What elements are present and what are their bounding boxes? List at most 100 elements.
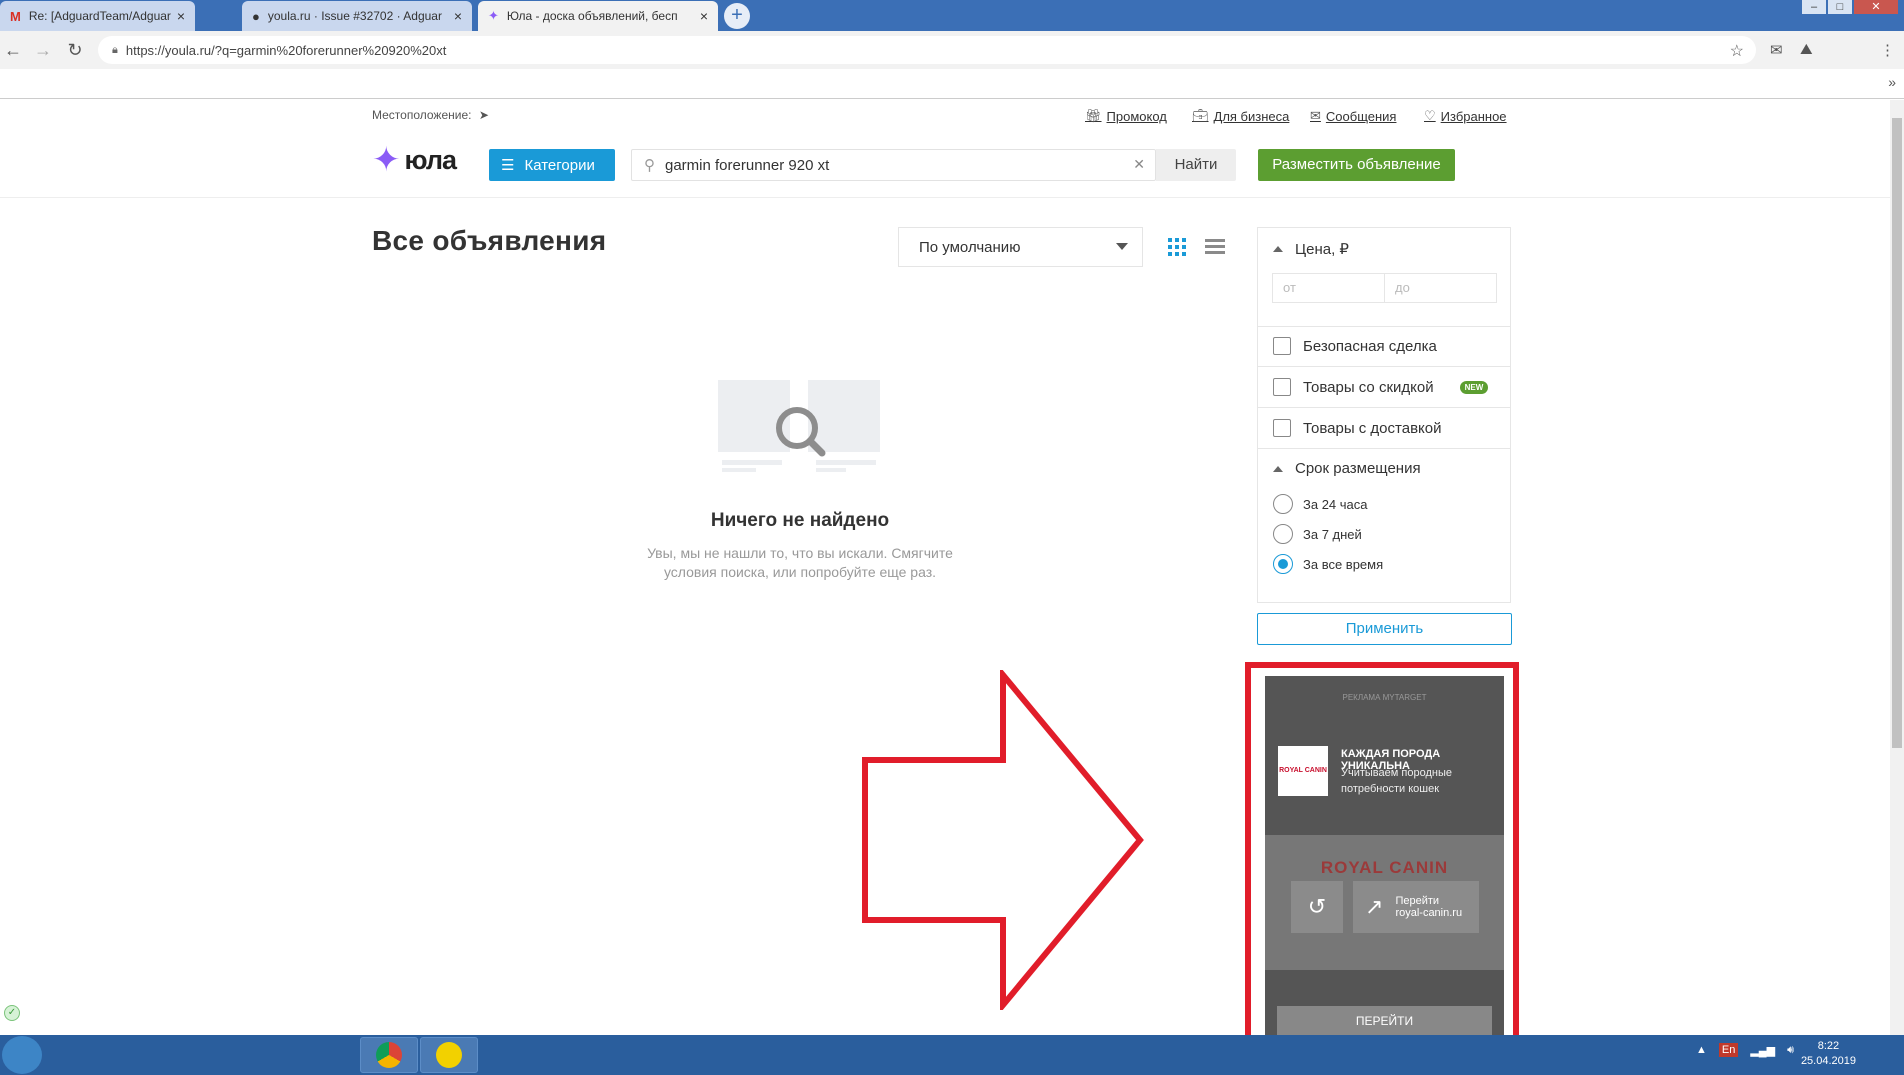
period-all-radio[interactable]: За все время [1273,554,1383,574]
search-input[interactable]: ⚲ garmin forerunner 920 xt ✕ [631,149,1156,181]
system-clock[interactable]: 8:22 25.04.2019 [1801,1039,1856,1069]
messages-link[interactable]: ✉ Сообщения [1310,108,1396,124]
language-indicator[interactable]: En [1718,1043,1739,1057]
checkbox-label: Безопасная сделка [1303,337,1437,355]
heart-icon: ♡ [1424,108,1436,123]
checkbox[interactable] [1273,378,1291,396]
tab-github[interactable]: ● youla.ru · Issue #32702 · Adguar × [242,1,472,31]
start-button[interactable] [2,1036,42,1074]
location-label: Местоположение: [372,108,472,122]
maximize-button[interactable]: □ [1828,0,1852,14]
divider [1258,407,1510,408]
tab-gmail[interactable]: M Re: [AdguardTeam/AdguardFilte × [0,1,195,31]
close-icon[interactable]: × [177,8,185,24]
price-from-input[interactable]: от [1272,273,1385,303]
page-scrollbar[interactable] [1890,100,1904,1035]
bookmarks-bar: » [0,69,1904,99]
chevron-up-icon [1273,246,1283,252]
briefcase-icon: 💼︎ [1192,108,1209,123]
safe-deal-checkbox[interactable]: Безопасная сделка [1273,337,1437,355]
media-player-taskbar-icon[interactable] [420,1037,478,1073]
red-arrow-annotation [862,670,1144,1010]
empty-text: Увы, мы не нашли то, что вы искали. Смяг… [647,545,953,580]
tab-youla[interactable]: ✦ Юла - доска объявлений, бесп × [478,1,718,31]
media-player-icon [436,1042,462,1068]
categories-label: Категории [524,156,595,174]
post-ad-button[interactable]: Разместить объявление [1258,149,1455,181]
tray-expand-icon[interactable]: ▲ [1696,1044,1707,1056]
search-value: garmin forerunner 920 xt [665,156,830,174]
menu-icon: ☰ [501,157,515,174]
delivery-checkbox[interactable]: Товары с доставкой [1273,419,1442,437]
period-title: Срок размещения [1295,460,1421,477]
chevron-up-icon [1273,465,1283,472]
clear-icon[interactable]: ✕ [1133,156,1145,173]
close-icon[interactable]: × [700,8,708,24]
forward-button[interactable]: → [32,40,54,61]
discount-checkbox[interactable]: Товары со скидкой NEW [1273,378,1489,396]
url-field[interactable]: 🔒︎ https://youla.ru/?q=garmin%20forerunn… [98,36,1756,64]
checkbox-label: Товары с доставкой [1303,419,1442,437]
radio[interactable] [1273,524,1293,544]
list-view-icon[interactable] [1205,239,1225,255]
site-logo[interactable]: ✦ юла [372,140,458,180]
extension-icon[interactable]: ⛰ [1800,41,1813,58]
empty-results-illustration [718,380,880,472]
window-close-button[interactable]: ✕ [1854,0,1898,14]
radio-selected[interactable] [1273,554,1293,574]
divider [1258,326,1510,327]
empty-title: Ничего не найдено [710,510,890,531]
menu-icon[interactable]: ⋮ [1880,41,1895,59]
tab-title: Re: [AdguardTeam/AdguardFilte [28,9,171,23]
chrome-taskbar-icon[interactable] [360,1037,418,1073]
business-label: Для бизнеса [1213,108,1290,124]
location-selector[interactable]: Местоположение: ➤ [372,108,489,122]
page-title: Все объявления [372,225,607,256]
chevron-right-icon[interactable]: » [1888,74,1896,90]
back-button[interactable]: ← [2,40,24,61]
search-icon: ⚲ [644,157,655,174]
period-24h-radio[interactable]: За 24 часа [1273,494,1368,514]
radio-label: За все время [1303,556,1384,572]
favorites-label: Избранное [1440,108,1507,124]
logo-text: юла [404,144,458,175]
price-filter-toggle[interactable]: Цена, ₽ [1273,240,1349,258]
divider [1258,366,1510,367]
checkbox[interactable] [1273,337,1291,355]
price-title: Цена, ₽ [1295,241,1349,258]
radio[interactable] [1273,494,1293,514]
address-toolbar: ← → ↻ 🔒︎ https://youla.ru/?q=garmin%20fo… [0,31,1904,69]
promo-link[interactable]: 🎁︎ Промокод [1085,108,1167,124]
checkbox[interactable] [1273,419,1291,437]
url-text: https://youla.ru/?q=garmin%20forerunner%… [125,42,447,58]
tab-title: youla.ru · Issue #32702 · Adguar [267,9,442,23]
gmail-icon: M [10,8,21,24]
minimize-button[interactable]: – [1802,0,1826,14]
new-tab-button[interactable]: + [724,3,750,29]
promo-label: Промокод [1106,108,1167,124]
close-icon[interactable]: × [454,8,462,24]
grid-view-icon[interactable] [1168,238,1186,256]
favorites-link[interactable]: ♡ Избранное [1424,108,1507,124]
categories-button[interactable]: ☰ Категории [489,149,615,181]
navigation-arrow-icon: ➤ [478,108,489,122]
price-to-input[interactable]: до [1384,273,1497,303]
volume-icon[interactable]: 🔊︎ [1787,1044,1794,1057]
period-filter-toggle[interactable]: Срок размещения [1273,460,1421,477]
reload-button[interactable]: ↻ [64,40,86,61]
scrollbar-thumb[interactable] [1892,118,1902,748]
star-icon[interactable]: ☆ [1730,41,1744,61]
business-link[interactable]: 💼︎ Для бизнеса [1192,108,1289,124]
network-icon[interactable]: ▂▄▆ [1750,1044,1775,1057]
gift-icon: 🎁︎ [1085,108,1102,123]
filters-panel: Цена, ₽ от до Безопасная сделка Товары с… [1257,227,1511,603]
period-7d-radio[interactable]: За 7 дней [1273,524,1362,544]
adguard-shield-icon[interactable]: ✓ [4,1005,20,1021]
find-button[interactable]: Найти [1156,149,1236,181]
browser-tab-bar: M Re: [AdguardTeam/AdguardFilte × ● youl… [0,0,1904,31]
clock-date: 25.04.2019 [1800,1055,1856,1067]
message-icon: ✉ [1310,108,1321,123]
apply-button[interactable]: Применить [1257,613,1512,645]
mail-extension-icon[interactable]: ✉ [1770,41,1783,59]
sort-select[interactable]: По умолчанию [898,227,1143,267]
